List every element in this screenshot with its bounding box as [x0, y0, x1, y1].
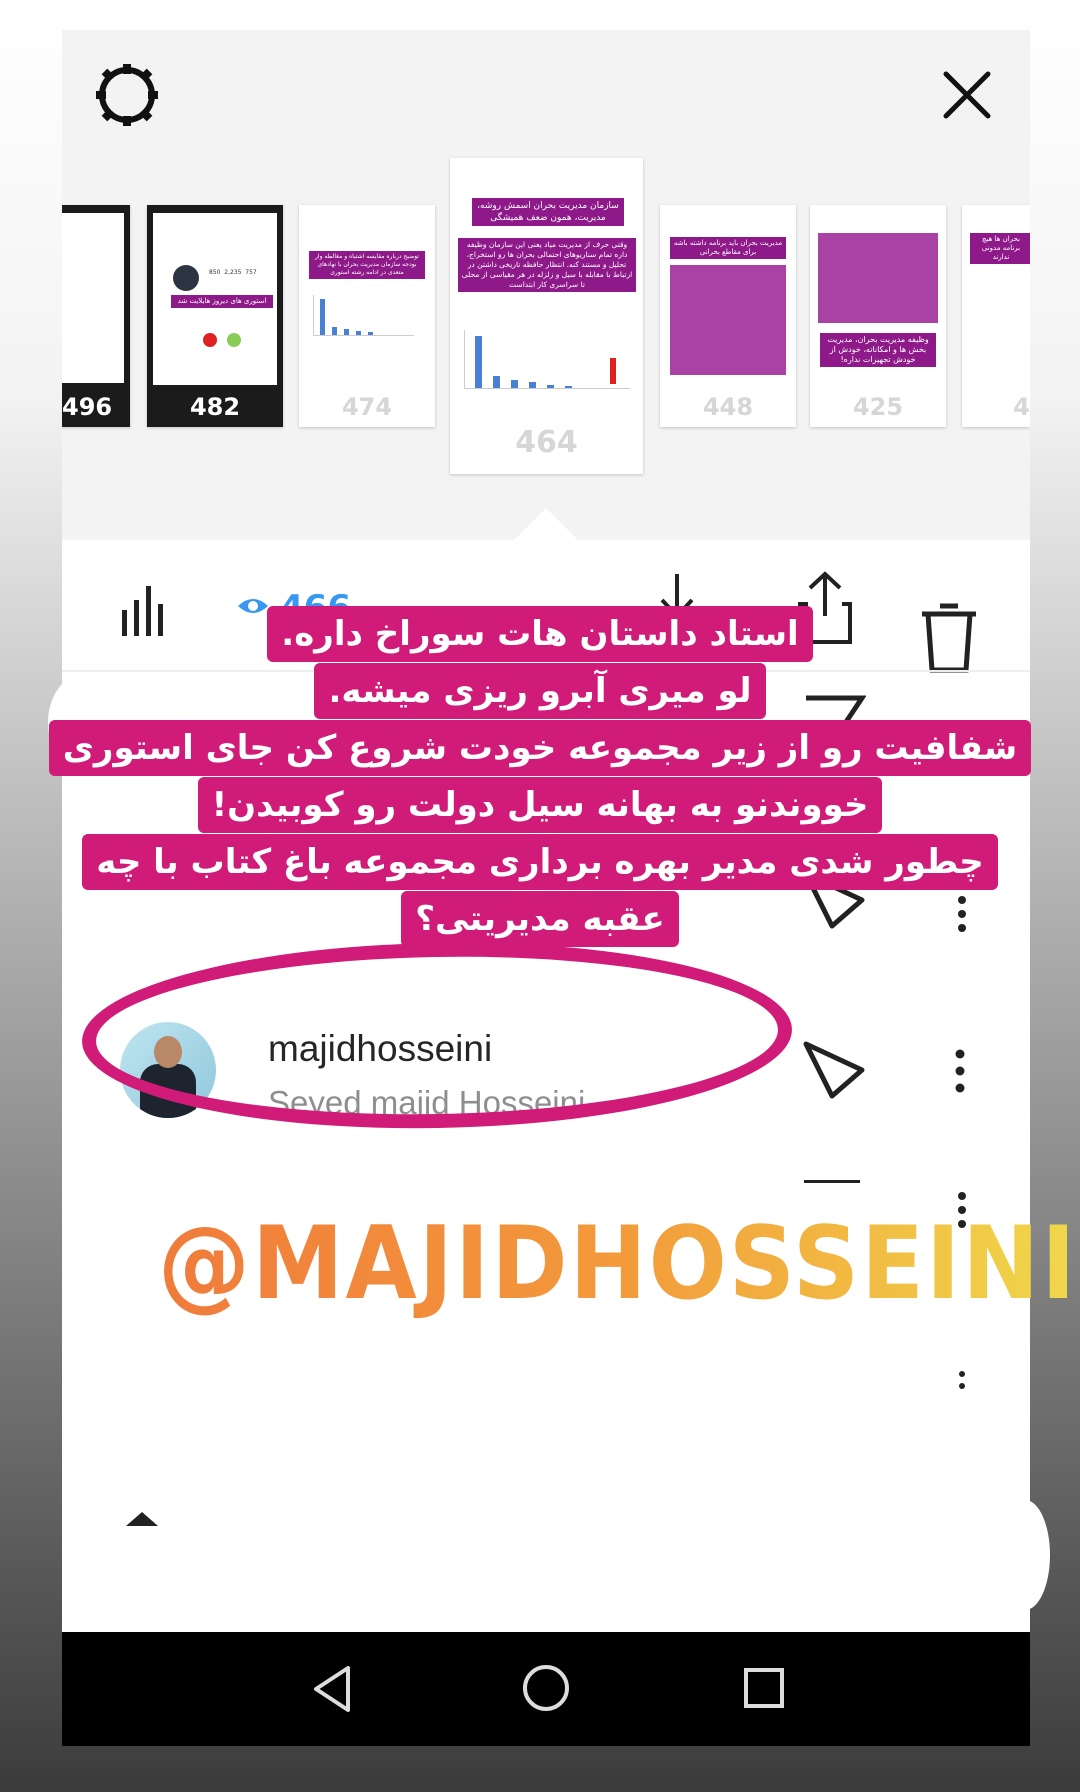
story-thumb-425[interactable]: وظیفه مدیریت بحران، مدیریت بخش ها و امکا… — [810, 205, 946, 427]
back-icon[interactable] — [310, 1664, 354, 1714]
story-text: مدیریت بحران باید برنامه داشته باشه برای… — [670, 237, 786, 259]
recents-icon[interactable] — [742, 1666, 786, 1710]
scroll-up-icon[interactable] — [124, 1508, 160, 1530]
stat-following: 757 — [245, 269, 257, 276]
divider — [804, 1180, 860, 1183]
story-caption: استاد داستان هات سوراخ داره. لو میری آبر… — [0, 606, 1080, 948]
mention-sticker[interactable]: @MAJIDHOSSEINI — [158, 1205, 1077, 1323]
story-text: وظیفه مدیریت بحران، مدیریت بخش ها و امکا… — [820, 333, 936, 367]
caption-line: شفافیت رو از زیر مجموعه خودت شروع کن جای… — [48, 720, 1032, 776]
story-view-count: 464 — [515, 425, 578, 460]
story-banner: توضیح درباره مقایسه اشتباه و مغالطه وار … — [309, 251, 425, 279]
story-thumb-464-selected[interactable]: سازمان مدیریت بحران اسمش روشه، مدیریت، ه… — [450, 158, 643, 474]
stat-posts: 850 — [209, 269, 221, 276]
story-banner: استوری های دیروز هایلایت شد — [171, 295, 273, 308]
story-thumbnail-strip: 496 850 2,235 757 استوری های دیروز هایلا… — [62, 30, 1030, 540]
story-view-count: 425 — [852, 393, 904, 421]
story-thumb-474[interactable]: توضیح درباره مقایسه اشتباه و مغالطه وار … — [299, 205, 435, 427]
caption-line: عقبه مدیریتی؟ — [401, 891, 679, 947]
story-view-count: 448 — [702, 393, 754, 421]
close-icon[interactable] — [932, 60, 1002, 130]
home-icon[interactable] — [520, 1662, 572, 1714]
selected-story-pointer — [514, 508, 578, 540]
send-icon[interactable] — [802, 1040, 866, 1100]
caption-line: لو میری آبرو ریزی میشه. — [314, 663, 766, 719]
system-navigation-bar — [62, 1632, 1030, 1746]
more-options-icon[interactable] — [956, 1366, 968, 1396]
story-banner: سازمان مدیریت بحران اسمش روشه، مدیریت، ه… — [472, 198, 624, 226]
story-view-count: 482 — [189, 393, 241, 421]
caption-line: چطور شدی مدیر بهره برداری مجموعه باغ کتا… — [82, 834, 998, 890]
caption-line: استاد داستان هات سوراخ داره. — [267, 606, 813, 662]
story-thumb-482[interactable]: 850 2,235 757 استوری های دیروز هایلایت ش… — [147, 205, 283, 427]
story-view-count: 496 — [62, 393, 113, 421]
stat-followers: 2,235 — [224, 269, 242, 276]
story-view-count: 474 — [341, 393, 393, 421]
story-thumb-448[interactable]: مدیریت بحران باید برنامه داشته باشه برای… — [660, 205, 796, 427]
story-thumb-496[interactable]: 496 — [62, 205, 130, 427]
story-thumb-partial[interactable]: بحران ها هیچ برنامه مدونی ندارند 4 — [962, 205, 1030, 427]
story-text: وقتی حرف از مدیریت میاد یعنی این سازمان … — [458, 238, 636, 292]
settings-gear-icon[interactable] — [92, 60, 162, 130]
more-options-icon[interactable] — [952, 1046, 968, 1096]
caption-line: خووندنو به بهانه سیل دولت رو کوبیدن! — [197, 777, 883, 833]
story-view-count: 4 — [1013, 393, 1030, 421]
decorative-circle — [1000, 1500, 1050, 1610]
story-text: بحران ها هیچ برنامه مدونی ندارند — [970, 233, 1030, 264]
